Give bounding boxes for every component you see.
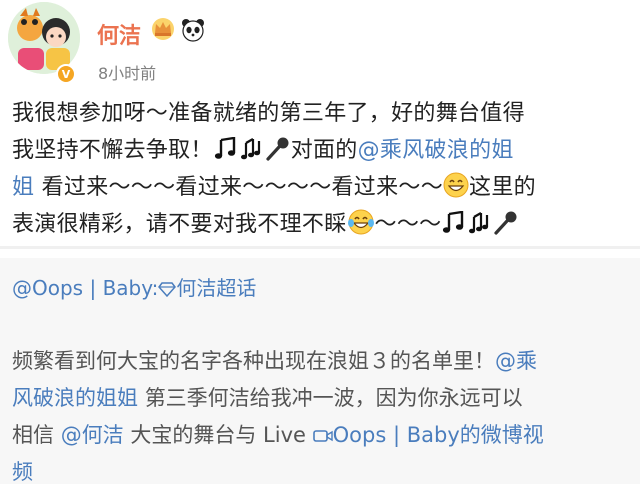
- repost-author-line: @Oops | Baby: 何洁超话: [12, 272, 256, 301]
- repost-author-link[interactable]: Baby:: [103, 276, 159, 300]
- separator: |: [89, 276, 97, 300]
- post-content: 我很想参加呀～准备就绪的第三年了，好的舞台值得 我坚持不懈去争取！ 对面的@乘风破…: [12, 95, 632, 243]
- mention-link[interactable]: @乘风破浪的姐: [358, 138, 514, 163]
- panda-icon[interactable]: [180, 18, 206, 42]
- diamond-icon: [158, 282, 177, 297]
- mention-link[interactable]: 风破浪的姐姐: [12, 386, 138, 410]
- repost-line-1: 频繁看到何大宝的名字各种出现在浪姐３的名单里！@乘: [12, 343, 632, 380]
- post-text: ～～～: [374, 212, 442, 237]
- post-line-4: 表演很精彩，请不要对我不理不睬 ～～～: [12, 206, 632, 243]
- post-line-3: 姐 看过来～～～看过来～～～～看过来～～ 这里的: [12, 169, 632, 206]
- reposted-card[interactable]: @Oops | Baby: 何洁超话 频繁看到何大宝的名字各种出现在浪姐３的名单里…: [0, 258, 640, 484]
- post-text: 看过来～～～看过来～～～～看过来～～: [41, 175, 444, 200]
- repost-line-2: 风破浪的姐姐 第三季何洁给我冲一波，因为你永远可以: [12, 380, 632, 417]
- repost-text: 大宝的舞台与 Live: [130, 423, 306, 447]
- repost-content: 频繁看到何大宝的名字各种出现在浪姐３的名单里！@乘 风破浪的姐姐 第三季何洁给我…: [12, 343, 632, 484]
- microphone-icon: [266, 137, 289, 161]
- grin-emoji-icon: [443, 172, 469, 198]
- avatar[interactable]: [8, 2, 80, 74]
- music-note-icon: [443, 211, 464, 233]
- weibo-post: V 何洁 8小时前 我很想参加呀～准备就绪的第三年了，好的舞台值得 我坚持不懈去…: [0, 0, 640, 246]
- laugh-cry-emoji-icon: [347, 209, 374, 235]
- post-timestamp: 8小时前: [98, 64, 157, 83]
- mention-link[interactable]: @何洁: [61, 423, 124, 447]
- post-text: 对面的: [290, 138, 358, 163]
- separator: |: [392, 423, 401, 447]
- crown-badge-icon[interactable]: [150, 16, 176, 40]
- post-line-1: 我很想参加呀～准备就绪的第三年了，好的舞台值得: [12, 101, 525, 126]
- post-text: 我坚持不懈去争取！: [12, 138, 213, 163]
- post-text: 这里的: [469, 175, 536, 200]
- mention-link[interactable]: 姐: [12, 175, 34, 200]
- divider: [0, 246, 640, 249]
- repost-text: 相信: [12, 423, 54, 447]
- video-link[interactable]: Oops: [333, 423, 387, 447]
- repost-line-4: 频: [12, 454, 632, 484]
- microphone-icon: [494, 211, 517, 235]
- repost-text: 第三季何洁给我冲一波，因为你永远可以: [144, 386, 523, 410]
- video-link[interactable]: Baby的微博视: [407, 423, 544, 447]
- post-line-2: 我坚持不懈去争取！ 对面的@乘风破浪的姐: [12, 132, 632, 169]
- repost-author-link[interactable]: @Oops: [12, 276, 83, 300]
- video-camera-icon: [312, 430, 333, 442]
- video-link[interactable]: 频: [12, 460, 33, 484]
- username[interactable]: 何洁: [97, 18, 141, 50]
- repost-line-3: 相信 @何洁 大宝的舞台与 Live Oops | Baby的微博视: [12, 417, 632, 454]
- music-note-icon: [214, 137, 235, 159]
- repost-text: 频繁看到何大宝的名字各种出现在浪姐３的名单里！: [12, 349, 495, 373]
- music-note-icon: [240, 137, 260, 160]
- music-note-icon: [469, 211, 489, 234]
- post-text: 表演很精彩，请不要对我不理不睬: [12, 212, 347, 237]
- verified-badge-icon: V: [56, 64, 76, 84]
- mention-link[interactable]: @乘: [495, 349, 537, 373]
- supertopic-link[interactable]: 何洁超话: [176, 276, 256, 300]
